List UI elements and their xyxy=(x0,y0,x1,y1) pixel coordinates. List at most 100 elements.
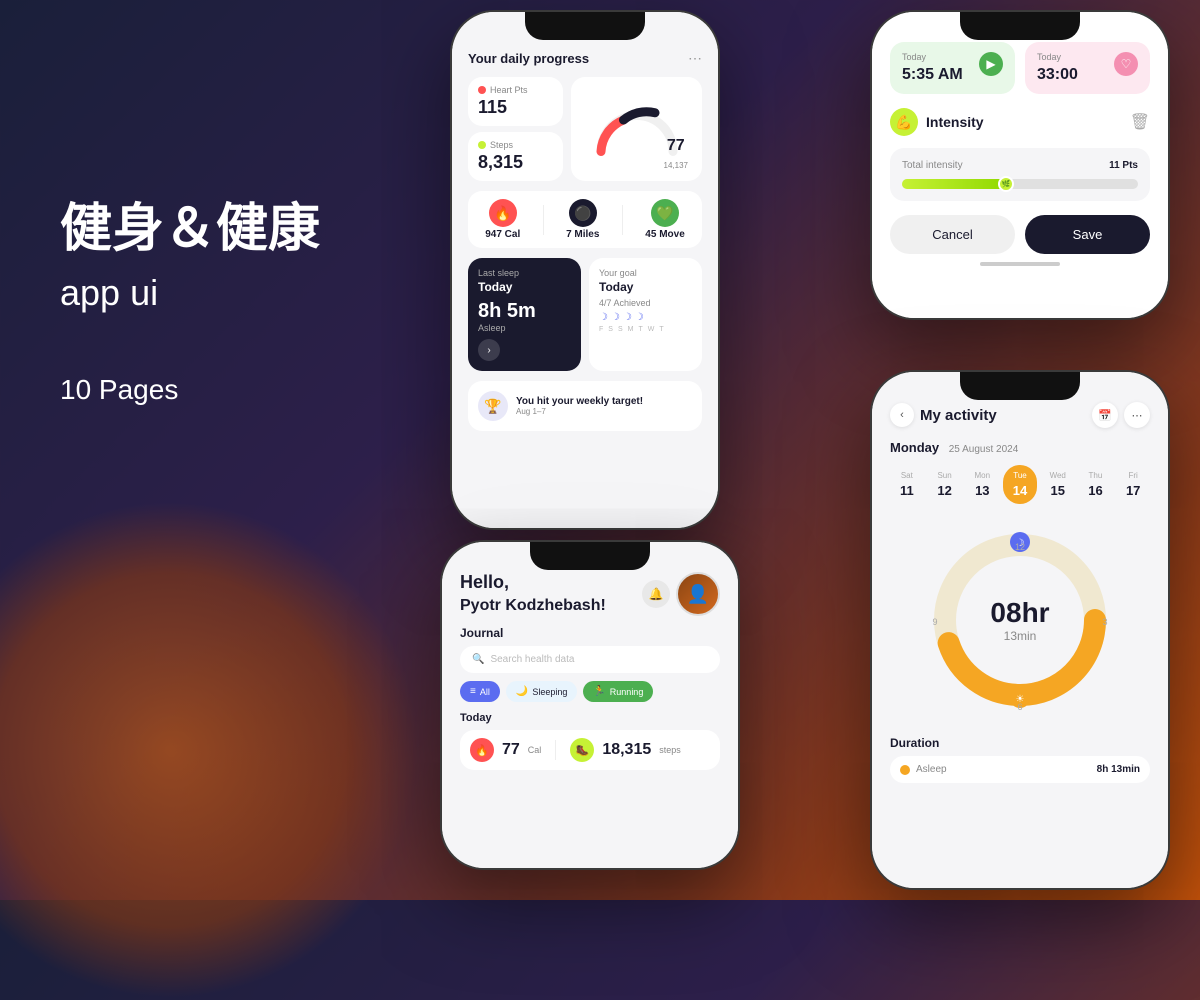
time1-icon: ▶ xyxy=(979,52,1003,76)
phone-notch xyxy=(525,12,645,40)
save-button[interactable]: Save xyxy=(1025,215,1150,254)
steps-card: Steps 8,315 xyxy=(468,132,563,181)
action-buttons-row: Cancel Save xyxy=(890,215,1150,254)
svg-text:6: 6 xyxy=(1017,702,1022,712)
home-bar xyxy=(980,262,1060,266)
intensity-dot: 💪 xyxy=(890,108,918,136)
miles-value: 7 Miles xyxy=(566,229,599,240)
sleep-arrow[interactable]: › xyxy=(478,339,500,361)
progress-thumb: 🌿 xyxy=(998,176,1014,192)
background-circle xyxy=(0,500,420,1000)
phone-journal: Hello,Pyotr Kodzhebash! 🔔 👤 Journal 🔍 Se… xyxy=(440,540,740,870)
progress-bar-background: 🌿 xyxy=(902,179,1138,189)
running-label: Running xyxy=(610,687,644,697)
cal-label: Cal xyxy=(528,745,542,755)
calories-icon: 🔥 xyxy=(489,199,517,227)
cal-day-sun[interactable]: Sun 12 xyxy=(928,465,962,504)
moon-days-row: F S S M T W T xyxy=(599,326,692,333)
phone-intensity: Today 5:35 AM ▶ Today 33:00 ♡ 💪 xyxy=(870,10,1170,320)
sleep-sub: Asleep xyxy=(478,323,571,333)
weekly-target-card: 🏆 You hit your weekly target! Aug 1–7 xyxy=(468,381,702,431)
journal-label: Journal xyxy=(460,626,720,640)
svg-text:3: 3 xyxy=(1102,617,1107,627)
duration-section-label: Duration xyxy=(890,736,1150,750)
sleeping-icon: 🌙 xyxy=(516,686,528,697)
weekly-date: Aug 1–7 xyxy=(516,407,643,416)
cancel-button[interactable]: Cancel xyxy=(890,215,1015,254)
total-intensity-label: Total intensity xyxy=(902,160,963,171)
step-icon: 🥾 xyxy=(570,738,594,762)
avatar[interactable]: 👤 xyxy=(676,572,720,616)
heart-label: Heart Pts xyxy=(490,85,528,95)
notification-icon[interactable]: 🔔 xyxy=(642,580,670,608)
calories-value: 947 Cal xyxy=(485,229,520,240)
cal-day-tue-active[interactable]: Tue 14 xyxy=(1003,465,1037,504)
calendar-icon-button[interactable]: 📅 xyxy=(1092,402,1118,428)
filter-chips-row: ≡ All 🌙 Sleeping 🏃 Running xyxy=(460,681,720,702)
intensity-progress-card: Total intensity 11 Pts 🌿 xyxy=(890,148,1150,201)
calendar-strip: Sat 11 Sun 12 Mon 13 Tue 14 Wed 15 Thu 1… xyxy=(890,465,1150,504)
phone2-notch xyxy=(960,12,1080,40)
sleep-time: 8h 5m xyxy=(478,300,571,323)
time2-icon: ♡ xyxy=(1114,52,1138,76)
greeting-section: Hello,Pyotr Kodzhebash! 🔔 👤 xyxy=(460,572,720,616)
trash-icon[interactable]: 🗑 xyxy=(1130,112,1150,132)
time2-value: 33:00 xyxy=(1037,66,1078,84)
date-label: Monday xyxy=(890,440,939,455)
cal-day-sat[interactable]: Sat 11 xyxy=(890,465,924,504)
move-icon: 💚 xyxy=(651,199,679,227)
cal-icon: 🔥 xyxy=(470,738,494,762)
more-options-icon[interactable]: ⋯ xyxy=(688,50,702,67)
divider xyxy=(543,205,544,235)
cal-day-mon[interactable]: Mon 13 xyxy=(965,465,999,504)
trophy-icon: 🏆 xyxy=(478,391,508,421)
steps-dot xyxy=(478,141,486,149)
gauge-value: 77 xyxy=(664,137,688,155)
svg-text:9: 9 xyxy=(932,617,937,627)
activity-action-icons: 📅 ⋯ xyxy=(1092,402,1150,428)
hero-title: 健身＆健康 xyxy=(60,200,320,260)
today-stats-row: 🔥 77 Cal 🥾 18,315 steps xyxy=(460,730,720,770)
heart-dot xyxy=(478,86,486,94)
cal-day-fri[interactable]: Fri 17 xyxy=(1116,465,1150,504)
cal-day-wed[interactable]: Wed 15 xyxy=(1041,465,1075,504)
cal-value: 77 xyxy=(502,741,520,759)
hero-subtitle: app ui xyxy=(60,272,320,314)
filter-sleeping[interactable]: 🌙 Sleeping xyxy=(506,681,577,702)
activity-page-header: ‹ My activity 📅 ⋯ xyxy=(890,402,1150,428)
search-bar[interactable]: 🔍 Search health data xyxy=(460,646,720,673)
activity-clock-chart: ☀ ☽ 12 3 6 9 08hr 13min xyxy=(890,520,1150,720)
intensity-title: Intensity xyxy=(926,114,984,130)
greeting-text: Hello,Pyotr Kodzhebash! xyxy=(460,572,606,615)
duration-item-asleep: Asleep 8h 13min xyxy=(890,756,1150,783)
gauge-card: 77 14,137 xyxy=(571,77,702,181)
date-heading: Monday 25 August 2024 xyxy=(890,440,1150,455)
move-value: 45 Move xyxy=(645,229,684,240)
goal-day: Today xyxy=(599,280,692,294)
steps-label: Steps xyxy=(490,140,513,150)
today-label: Today xyxy=(460,712,720,724)
more-options-button[interactable]: ⋯ xyxy=(1124,402,1150,428)
back-button[interactable]: ‹ xyxy=(890,403,914,427)
goal-card: Your goal Today 4/7 Achieved ☽ ☽ ☽ ☽ F S… xyxy=(589,258,702,371)
sleep-day: Today xyxy=(478,280,571,294)
time-cards-row: Today 5:35 AM ▶ Today 33:00 ♡ xyxy=(890,42,1150,94)
all-icon: ≡ xyxy=(470,686,476,697)
phone-my-activity: ‹ My activity 📅 ⋯ Monday 25 August 2024 … xyxy=(870,370,1170,890)
sleep-card: Last sleep Today 8h 5m Asleep › xyxy=(468,258,581,371)
asleep-value: 8h 13min xyxy=(1097,764,1140,775)
divider2 xyxy=(622,205,623,235)
time-card-2: Today 33:00 ♡ xyxy=(1025,42,1150,94)
date-sub: 25 August 2024 xyxy=(949,444,1019,455)
miles-icon: ⚫ xyxy=(569,199,597,227)
cal-day-thu[interactable]: Thu 16 xyxy=(1079,465,1113,504)
time1-value: 5:35 AM xyxy=(902,66,963,84)
total-intensity-value: 11 Pts xyxy=(1109,160,1138,171)
nav-row: ‹ My activity xyxy=(890,403,997,427)
filter-all[interactable]: ≡ All xyxy=(460,681,500,702)
filter-running[interactable]: 🏃 Running xyxy=(583,681,653,702)
time2-label: Today xyxy=(1037,52,1078,62)
activity-page-title: My activity xyxy=(920,407,997,424)
svg-text:12: 12 xyxy=(1015,542,1025,552)
phone4-notch xyxy=(960,372,1080,400)
